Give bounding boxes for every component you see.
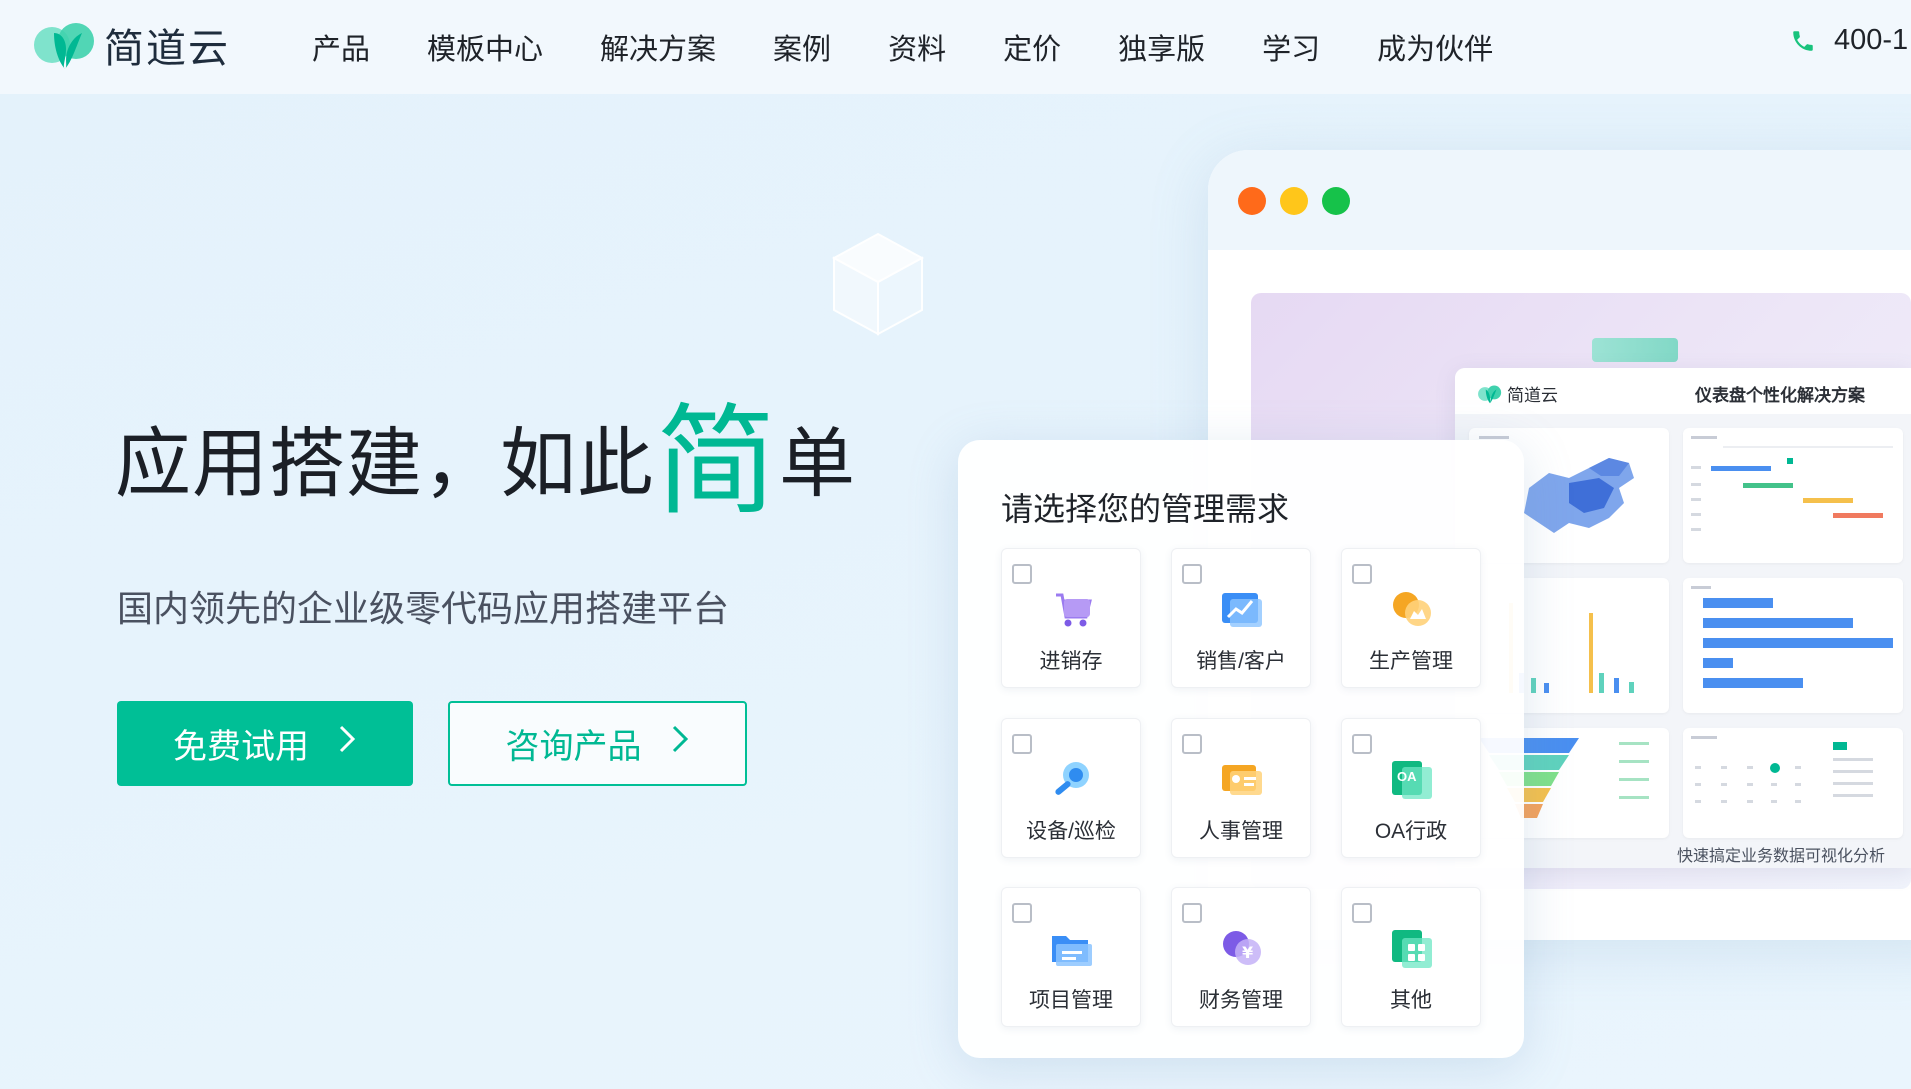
factory-icon <box>1393 592 1431 626</box>
grid-apps-icon <box>1392 930 1432 968</box>
nav-item-products[interactable]: 产品 <box>312 26 370 68</box>
option-checkbox[interactable] <box>1012 734 1032 754</box>
dashboard-title: 仪表盘个性化解决方案 <box>1695 386 1865 405</box>
nav-item-resources[interactable]: 资料 <box>888 26 946 68</box>
wrench-icon <box>1055 762 1089 795</box>
calendar-panel <box>1683 728 1903 838</box>
nav-item-private-edition[interactable]: 独享版 <box>1118 26 1205 68</box>
brand-logo[interactable]: 简道云 <box>32 16 230 74</box>
option-label: 设备/巡检 <box>1026 820 1116 843</box>
nav-item-solutions[interactable]: 解决方案 <box>600 26 716 68</box>
option-checkbox[interactable] <box>1352 734 1372 754</box>
option-label: 进销存 <box>1039 650 1103 673</box>
hero-title-prefix: 应用搭建，如此 <box>115 422 654 507</box>
option-label: 项目管理 <box>1029 989 1113 1012</box>
option-label: 人事管理 <box>1199 820 1283 843</box>
nav-item-learn[interactable]: 学习 <box>1262 26 1320 68</box>
phone-icon <box>1793 30 1813 51</box>
consult-product-label: 咨询产品 <box>505 728 642 766</box>
nav-item-cases[interactable]: 案例 <box>773 26 831 68</box>
option-sales-crm[interactable]: 销售/客户 <box>1171 548 1311 688</box>
calendar-icon <box>1691 736 1873 803</box>
hero-subtitle: 国内领先的企业级零代码应用搭建平台 <box>117 588 730 629</box>
option-checkbox[interactable] <box>1182 564 1202 584</box>
option-other[interactable]: 其他 <box>1341 887 1481 1027</box>
hero-title: 应用搭建，如此 简 单 <box>115 392 856 522</box>
top-navbar: 简道云 产品 模板中心 解决方案 案例 资料 定价 独享版 学习 成为伙伴 40… <box>0 0 1911 94</box>
gantt-panel <box>1683 428 1903 563</box>
option-checkbox[interactable] <box>1352 564 1372 584</box>
dashboard-caption: 快速搞定业务数据可视化分析 <box>1677 848 1886 865</box>
main-nav: 产品 模板中心 解决方案 案例 资料 定价 独享版 学习 成为伙伴 <box>312 0 1550 94</box>
bar-panel <box>1683 578 1903 713</box>
option-hr[interactable]: 人事管理 <box>1171 718 1311 858</box>
chevron-right-icon <box>670 724 690 763</box>
dashboard-logo-text: 简道云 <box>1507 386 1558 405</box>
option-checkbox[interactable] <box>1182 903 1202 923</box>
option-project[interactable]: 项目管理 <box>1001 887 1141 1027</box>
free-trial-button[interactable]: 免费试用 <box>117 701 413 786</box>
option-production[interactable]: 生产管理 <box>1341 548 1481 688</box>
hero-title-accent: 简 <box>656 395 777 529</box>
window-minimize-dot <box>1280 187 1308 215</box>
option-checkbox[interactable] <box>1012 903 1032 923</box>
option-checkbox[interactable] <box>1182 734 1202 754</box>
free-trial-label: 免费试用 <box>173 728 309 766</box>
dashboard-header: 简道云 仪表盘个性化解决方案 <box>1455 368 1911 414</box>
chevron-right-icon <box>337 724 357 763</box>
option-oa[interactable]: OA OA行政 <box>1341 718 1481 858</box>
shopping-cart-icon <box>1056 593 1092 627</box>
needs-selector-card: 请选择您的管理需求 进销存 销售/客户 生产管理 设备/巡检 人事管理 OA O… <box>958 440 1524 1058</box>
svg-text:OA: OA <box>1397 769 1417 784</box>
oa-document-icon: OA <box>1392 761 1432 799</box>
svg-text:¥: ¥ <box>1242 943 1253 962</box>
window-close-dot <box>1238 187 1266 215</box>
option-label: 财务管理 <box>1199 989 1283 1012</box>
browser-titlebar <box>1208 150 1911 250</box>
hotline[interactable]: 400-1 <box>1790 24 1908 57</box>
brand-name: 简道云 <box>104 27 230 71</box>
gantt-chart-icon <box>1691 436 1893 531</box>
id-card-icon <box>1222 765 1262 795</box>
nav-item-pricing[interactable]: 定价 <box>1003 26 1061 68</box>
hotline-number: 400-1 <box>1834 24 1909 56</box>
window-maximize-dot <box>1322 187 1350 215</box>
option-label: 生产管理 <box>1369 650 1453 673</box>
option-label: 其他 <box>1390 989 1432 1012</box>
option-finance[interactable]: ¥ 财务管理 <box>1171 887 1311 1027</box>
decorative-cube-icon <box>831 232 925 336</box>
nav-item-partner[interactable]: 成为伙伴 <box>1377 26 1493 68</box>
dashboard-tab-handle <box>1592 338 1678 362</box>
trend-chart-icon <box>1222 593 1262 627</box>
nav-item-templates[interactable]: 模板中心 <box>427 26 543 68</box>
option-checkbox[interactable] <box>1352 903 1372 923</box>
option-equipment[interactable]: 设备/巡检 <box>1001 718 1141 858</box>
option-label: OA行政 <box>1374 820 1448 843</box>
bar-chart-icon <box>1691 586 1893 688</box>
option-inventory[interactable]: 进销存 <box>1001 548 1141 688</box>
option-label: 销售/客户 <box>1196 650 1286 673</box>
yuan-coin-icon: ¥ <box>1223 931 1261 965</box>
dashboard-logo: 简道云 <box>1477 381 1558 406</box>
folder-icon <box>1052 936 1092 966</box>
consult-product-button[interactable]: 咨询产品 <box>448 701 747 786</box>
needs-selector-title: 请选择您的管理需求 <box>1001 491 1290 527</box>
hero-title-suffix: 单 <box>779 422 856 507</box>
logo-leaf-icon <box>1478 385 1502 403</box>
option-checkbox[interactable] <box>1012 564 1032 584</box>
logo-leaf-icon <box>34 23 94 69</box>
